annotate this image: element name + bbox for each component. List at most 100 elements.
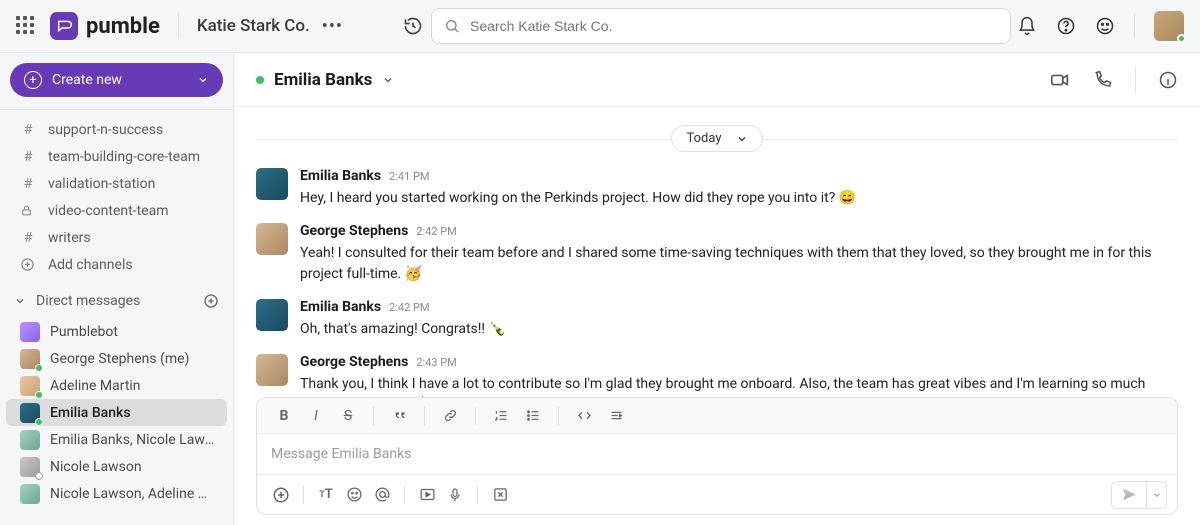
dm-label: Nicole Lawson, Adeline Mar... bbox=[50, 486, 217, 502]
dm-item[interactable]: Nicole Lawson bbox=[6, 453, 227, 480]
presence-indicator-icon bbox=[1177, 34, 1186, 43]
avatar bbox=[256, 168, 288, 200]
avatar bbox=[20, 430, 40, 450]
message: Emilia Banks 2:41 PM Hey, I heard you star… bbox=[256, 168, 1178, 209]
history-icon[interactable] bbox=[403, 16, 423, 36]
dm-item[interactable]: Emilia Banks, Nicole Lawson bbox=[6, 426, 227, 453]
dm-item[interactable]: Emilia Banks bbox=[6, 399, 227, 426]
presence-indicator-icon bbox=[35, 391, 43, 399]
message-time: 2:41 PM bbox=[389, 170, 429, 183]
channel-item[interactable]: #validation-station bbox=[6, 170, 227, 197]
plus-circle-icon: + bbox=[24, 71, 42, 89]
composer-input[interactable] bbox=[257, 434, 1177, 474]
message-text: Hey, I heard you started working on the … bbox=[300, 188, 1178, 209]
conversation-panel: Emilia Banks bbox=[234, 53, 1200, 525]
dm-item[interactable]: George Stephens (me) bbox=[6, 345, 227, 372]
info-icon[interactable] bbox=[1158, 70, 1178, 90]
chevron-down-icon bbox=[14, 295, 26, 307]
message-author: Emilia Banks bbox=[300, 299, 381, 315]
chevron-down-icon bbox=[736, 133, 748, 145]
app-switcher-icon[interactable] bbox=[16, 16, 36, 36]
strikethrough-icon[interactable]: S bbox=[335, 403, 361, 429]
search-icon bbox=[444, 18, 460, 34]
send-button[interactable] bbox=[1112, 482, 1146, 508]
sidebar: + Create new #support-n-success#team-bui… bbox=[0, 53, 234, 525]
message-time: 2:42 PM bbox=[416, 225, 456, 238]
dm-label: Emilia Banks bbox=[50, 405, 217, 421]
create-new-button[interactable]: + Create new bbox=[10, 63, 223, 97]
bullet-list-icon[interactable] bbox=[520, 403, 546, 429]
add-dm-icon[interactable] bbox=[203, 293, 219, 309]
add-channels-label: Add channels bbox=[48, 257, 133, 273]
quote-icon[interactable] bbox=[386, 403, 412, 429]
avatar bbox=[20, 376, 40, 396]
shortcut-icon[interactable] bbox=[486, 481, 514, 509]
code-block-icon[interactable] bbox=[603, 403, 629, 429]
dm-item[interactable]: Pumblebot bbox=[6, 318, 227, 345]
message-author: Emilia Banks bbox=[300, 168, 381, 184]
dm-label: George Stephens (me) bbox=[50, 351, 217, 367]
presence-indicator-icon bbox=[35, 472, 43, 480]
video-clip-icon[interactable] bbox=[413, 481, 441, 509]
channel-item[interactable]: #support-n-success bbox=[6, 116, 227, 143]
mention-icon[interactable] bbox=[368, 481, 396, 509]
composer-format-toolbar: B I S bbox=[257, 398, 1177, 434]
avatar bbox=[20, 457, 40, 477]
dm-item[interactable]: Nicole Lawson, Adeline Mar... bbox=[6, 480, 227, 507]
help-icon[interactable] bbox=[1056, 16, 1076, 36]
conversation-header: Emilia Banks bbox=[234, 53, 1200, 107]
channel-label: team-building-core-team bbox=[48, 149, 200, 165]
link-icon[interactable] bbox=[437, 403, 463, 429]
text-format-icon[interactable]: TT bbox=[312, 481, 340, 509]
emoji-icon[interactable] bbox=[1095, 16, 1115, 36]
search-input[interactable] bbox=[431, 8, 1011, 44]
current-user-avatar[interactable] bbox=[1154, 11, 1184, 41]
channel-label: writers bbox=[48, 230, 91, 246]
message-text: Oh, that's amazing! Congrats!! 🍾 bbox=[300, 319, 1178, 340]
emoji-picker-icon[interactable] bbox=[340, 481, 368, 509]
dm-section-label: Direct messages bbox=[36, 293, 140, 309]
create-new-label: Create new bbox=[52, 72, 122, 88]
brand-mark-icon bbox=[50, 12, 78, 40]
message: George Stephens 2:43 PM Thank you, I think… bbox=[256, 354, 1178, 397]
message-text: Yeah! I consulted for their team before … bbox=[300, 243, 1178, 285]
notifications-icon[interactable] bbox=[1017, 16, 1037, 36]
channel-item[interactable]: #team-building-core-team bbox=[6, 143, 227, 170]
chevron-down-icon bbox=[382, 74, 394, 86]
message-author: George Stephens bbox=[300, 354, 408, 370]
attach-icon[interactable] bbox=[267, 481, 295, 509]
italic-icon[interactable]: I bbox=[303, 403, 329, 429]
voice-call-icon[interactable] bbox=[1093, 70, 1113, 90]
message-time: 2:43 PM bbox=[416, 356, 456, 369]
chevron-down-icon bbox=[197, 74, 209, 86]
avatar bbox=[256, 299, 288, 331]
divider bbox=[178, 13, 179, 39]
brand-name: pumble bbox=[86, 14, 160, 39]
dm-section-header[interactable]: Direct messages bbox=[0, 284, 233, 318]
microphone-icon[interactable] bbox=[441, 481, 469, 509]
code-icon[interactable] bbox=[571, 403, 597, 429]
send-options-button[interactable] bbox=[1146, 482, 1166, 508]
message-list[interactable]: Today Emilia Banks 2:41 PM Hey, I heard yo… bbox=[234, 107, 1200, 397]
workspace-name[interactable]: Katie Stark Co. bbox=[197, 16, 310, 36]
ordered-list-icon[interactable] bbox=[488, 403, 514, 429]
conversation-title-button[interactable]: Emilia Banks bbox=[256, 70, 394, 90]
add-channels-button[interactable]: Add channels bbox=[6, 251, 227, 278]
date-divider-button[interactable]: Today bbox=[671, 125, 762, 152]
search-field[interactable] bbox=[470, 18, 998, 34]
avatar bbox=[20, 403, 40, 423]
composer-bottom-toolbar: TT bbox=[257, 474, 1177, 514]
message: Emilia Banks2:42 PMOh, that's amazing! C… bbox=[256, 299, 1178, 340]
channel-item[interactable]: video-content-team bbox=[6, 197, 227, 224]
avatar bbox=[20, 322, 40, 342]
video-call-icon[interactable] bbox=[1049, 69, 1071, 91]
message-text: Thank you, I think I have a lot to contr… bbox=[300, 374, 1178, 397]
hash-icon: # bbox=[20, 122, 36, 138]
bold-icon[interactable]: B bbox=[271, 403, 297, 429]
date-divider: Today bbox=[256, 125, 1178, 152]
presence-indicator-icon bbox=[256, 76, 264, 84]
workspace-menu-icon[interactable]: ••• bbox=[322, 16, 343, 37]
hash-icon: # bbox=[20, 176, 36, 192]
dm-item[interactable]: Adeline Martin bbox=[6, 372, 227, 399]
channel-item[interactable]: #writers bbox=[6, 224, 227, 251]
